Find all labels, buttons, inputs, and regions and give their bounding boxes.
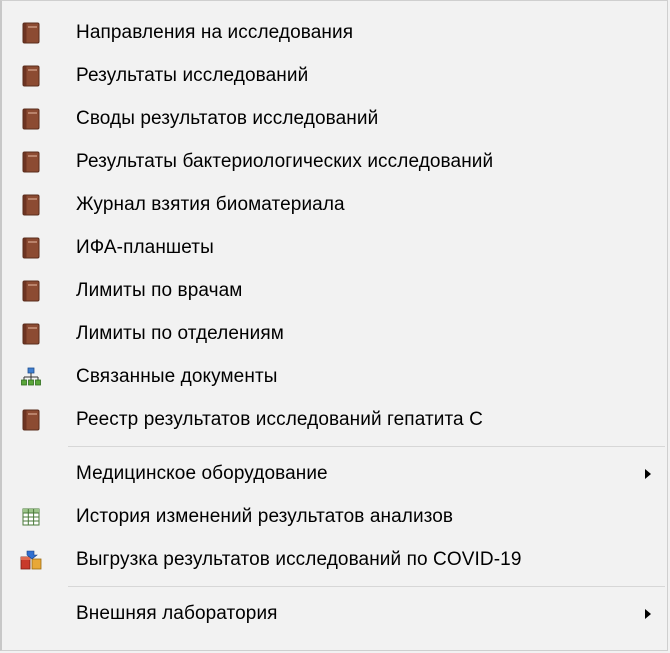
menu-item-linked-documents[interactable]: Связанные документы bbox=[2, 355, 667, 398]
menu-item-label: История изменений результатов анализов bbox=[76, 505, 454, 527]
menu-separator bbox=[68, 446, 665, 447]
menu-item-label: Внешняя лаборатория bbox=[76, 602, 278, 624]
book-icon bbox=[20, 236, 42, 260]
book-icon bbox=[20, 64, 42, 88]
menu-item-label: Связанные документы bbox=[76, 365, 278, 387]
menu-item-label: Выгрузка результатов исследований по COV… bbox=[76, 548, 522, 570]
menu-item-label: Медицинское оборудование bbox=[76, 462, 328, 484]
menu-item-label: Лимиты по отделениям bbox=[76, 322, 284, 344]
menu-item-bacteriological-results[interactable]: Результаты бактериологических исследован… bbox=[2, 140, 667, 183]
submenu-arrow-icon bbox=[645, 468, 651, 479]
menu-item-hepatitis-c-registry[interactable]: Реестр результатов исследований гепатита… bbox=[2, 398, 667, 441]
submenu-arrow-icon bbox=[645, 608, 651, 619]
book-icon bbox=[20, 279, 42, 303]
book-icon bbox=[20, 150, 42, 174]
menu-item-ifa-plates[interactable]: ИФА-планшеты bbox=[2, 226, 667, 269]
menu-item-label: Своды результатов исследований bbox=[76, 107, 379, 129]
menu-item-biomaterial-journal[interactable]: Журнал взятия биоматериала bbox=[2, 183, 667, 226]
book-icon bbox=[20, 408, 42, 432]
menu-item-research-referrals[interactable]: Направления на исследования bbox=[2, 11, 667, 54]
menu-item-label: Журнал взятия биоматериала bbox=[76, 193, 345, 215]
menu-item-analysis-change-history[interactable]: История изменений результатов анализов bbox=[2, 495, 667, 538]
menu-item-results-summaries[interactable]: Своды результатов исследований bbox=[2, 97, 667, 140]
book-icon bbox=[20, 107, 42, 131]
book-icon bbox=[20, 322, 42, 346]
table-grid-icon bbox=[20, 505, 42, 529]
menu-item-external-laboratory[interactable]: Внешняя лаборатория bbox=[2, 592, 667, 635]
book-icon bbox=[20, 193, 42, 217]
menu-item-label: Реестр результатов исследований гепатита… bbox=[76, 408, 483, 430]
menu-item-label: Направления на исследования bbox=[76, 21, 354, 43]
context-menu: Направления на исследования Результаты и… bbox=[0, 0, 668, 651]
export-icon bbox=[20, 548, 42, 572]
menu-item-label: Результаты исследований bbox=[76, 64, 309, 86]
menu-item-label: Лимиты по врачам bbox=[76, 279, 243, 301]
menu-item-medical-equipment[interactable]: Медицинское оборудование bbox=[2, 452, 667, 495]
hierarchy-icon bbox=[20, 365, 42, 389]
menu-item-research-results[interactable]: Результаты исследований bbox=[2, 54, 667, 97]
menu-separator bbox=[68, 586, 665, 587]
menu-item-doctor-limits[interactable]: Лимиты по врачам bbox=[2, 269, 667, 312]
menu-item-label: Результаты бактериологических исследован… bbox=[76, 150, 494, 172]
menu-item-covid-export[interactable]: Выгрузка результатов исследований по COV… bbox=[2, 538, 667, 581]
menu-item-department-limits[interactable]: Лимиты по отделениям bbox=[2, 312, 667, 355]
menu-item-label: ИФА-планшеты bbox=[76, 236, 214, 258]
book-icon bbox=[20, 21, 42, 45]
